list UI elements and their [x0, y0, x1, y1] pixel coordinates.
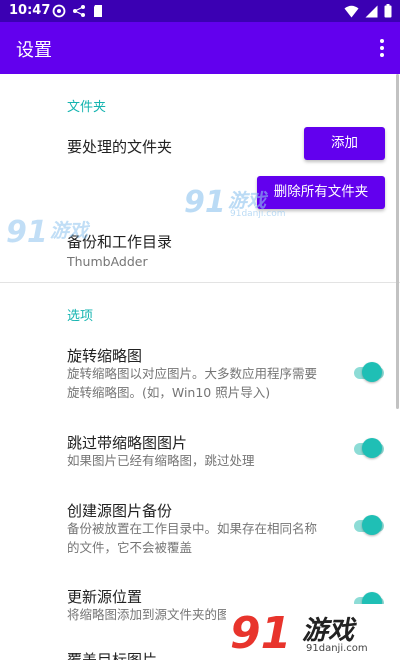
option-title: 覆盖目标图片	[67, 651, 158, 660]
option-title: 旋转缩略图	[67, 347, 143, 365]
rotate-thumbnail-switch[interactable]	[352, 361, 386, 383]
option-summary: 旋转缩略图以对应图片。大多数应用程序需要 旋转缩略图。(如，Win10 照片导入…	[67, 366, 318, 400]
page-title: 设置	[16, 40, 52, 61]
app-notification-icon	[52, 4, 66, 18]
signal-icon	[365, 5, 378, 17]
section-header-folders: 文件夹	[67, 100, 107, 115]
watermark-91-icon: 91	[230, 608, 291, 658]
watermark-logo-center: 91 游戏 91danji.com	[184, 184, 294, 228]
folders-to-process-title: 要处理的文件夹	[67, 138, 173, 156]
backup-dir-value: ThumbAdder	[67, 254, 148, 269]
option-skip-thumbnailed[interactable]: 跳过带缩略图图片 如果图片已经有缩略图，跳过处理	[0, 429, 400, 474]
watermark-logo-bottom: 91 游戏 91danji.com	[226, 604, 400, 660]
watermark-91-icon: 91	[184, 185, 226, 218]
svg-text:91: 91	[184, 185, 226, 218]
option-title: 创建源图片备份	[67, 502, 173, 520]
skip-thumbnailed-switch[interactable]	[352, 437, 386, 459]
status-bar: 10:47	[0, 0, 400, 22]
watermark-text: 游戏	[302, 616, 355, 646]
section-header-options: 选项	[67, 309, 94, 324]
option-summary: 如果图片已经有缩略图，跳过处理	[67, 453, 255, 468]
create-backup-switch[interactable]	[352, 514, 386, 536]
status-time: 10:47	[9, 3, 51, 18]
scrollbar[interactable]	[396, 74, 399, 409]
section-divider	[0, 282, 400, 283]
watermark-site: 91danji.com	[306, 643, 368, 654]
app-bar: 设置	[0, 22, 400, 74]
wifi-icon	[344, 5, 359, 17]
option-title: 跳过带缩略图图片	[67, 434, 188, 452]
svg-text:91: 91	[6, 215, 48, 248]
svg-text:91: 91	[230, 608, 291, 658]
option-summary: 备份被放置在工作目录中。如果存在相同名称 的文件，它不会被覆盖	[67, 521, 318, 555]
add-folder-button[interactable]: 添加	[304, 127, 385, 160]
settings-list[interactable]: 文件夹 要处理的文件夹 添加 删除所有文件夹 备份和工作目录 ThumbAdde…	[0, 74, 400, 660]
battery-icon	[384, 4, 392, 18]
watermark-91-icon: 91	[6, 215, 48, 248]
watermark-logo-left: 91 游戏	[6, 212, 106, 256]
option-title: 更新源位置	[67, 588, 143, 606]
option-create-backup[interactable]: 创建源图片备份 备份被放置在工作目录中。如果存在相同名称 的文件，它不会被覆盖	[0, 497, 400, 561]
watermark-site: 91danji.com	[230, 209, 286, 219]
watermark-text: 游戏	[50, 220, 89, 242]
option-rotate-thumbnail[interactable]: 旋转缩略图 旋转缩略图以对应图片。大多数应用程序需要 旋转缩略图。(如，Win1…	[0, 342, 400, 406]
share-notification-icon	[73, 5, 85, 17]
sd-card-icon	[94, 5, 102, 17]
more-options-icon[interactable]	[376, 36, 388, 60]
